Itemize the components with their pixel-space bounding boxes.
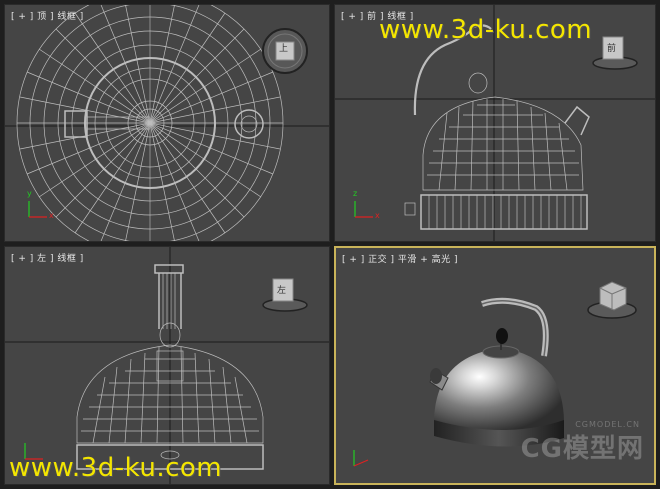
viewport-left[interactable]: [ + ] 左 ] 线框 ] 左 www.3d-ku.com [4, 246, 330, 485]
viewport-label-perspective[interactable]: [ + ] 正交 ] 平滑 + 高光 ] [342, 252, 458, 265]
cgmodel-small-label: CGMODEL.CN [575, 420, 640, 429]
axis-label-x: x [375, 211, 380, 220]
axis-gizmo [353, 450, 369, 467]
cgmodel-big-label: CG模型网 [520, 434, 644, 464]
viewport-label-top[interactable]: [ + ] 顶 ] 线框 ] [11, 9, 84, 22]
watermark-bottom-left: www.3d-ku.com [9, 453, 223, 483]
viewport-perspective[interactable]: [ + ] 正交 ] 平滑 + 高光 ] CGMODEL.CN CG模型网 [334, 246, 656, 485]
cgmodel-watermark: CGMODEL.CN CG模型网 [520, 420, 644, 465]
viewcube-face-label: 左 [277, 286, 287, 296]
axis-label-x: x [49, 211, 54, 220]
viewport-top[interactable]: [ + ] 顶 ] 线框 ] 上 y x [4, 4, 330, 242]
viewcube[interactable] [587, 281, 637, 319]
axis-label-y: y [27, 189, 32, 198]
viewcube-face-label: 前 [607, 44, 617, 54]
viewcube-face-label: 上 [279, 44, 289, 54]
watermark-top-right: www.3d-ku.com [379, 15, 593, 45]
axis-label-z: z [353, 189, 358, 198]
axis-gizmo [354, 201, 373, 218]
viewport-label-left[interactable]: [ + ] 左 ] 线框 ] [11, 251, 84, 264]
viewport-front[interactable]: [ + ] 前 ] 线框 ] 前 www.3d-ku.com z x [334, 4, 656, 242]
